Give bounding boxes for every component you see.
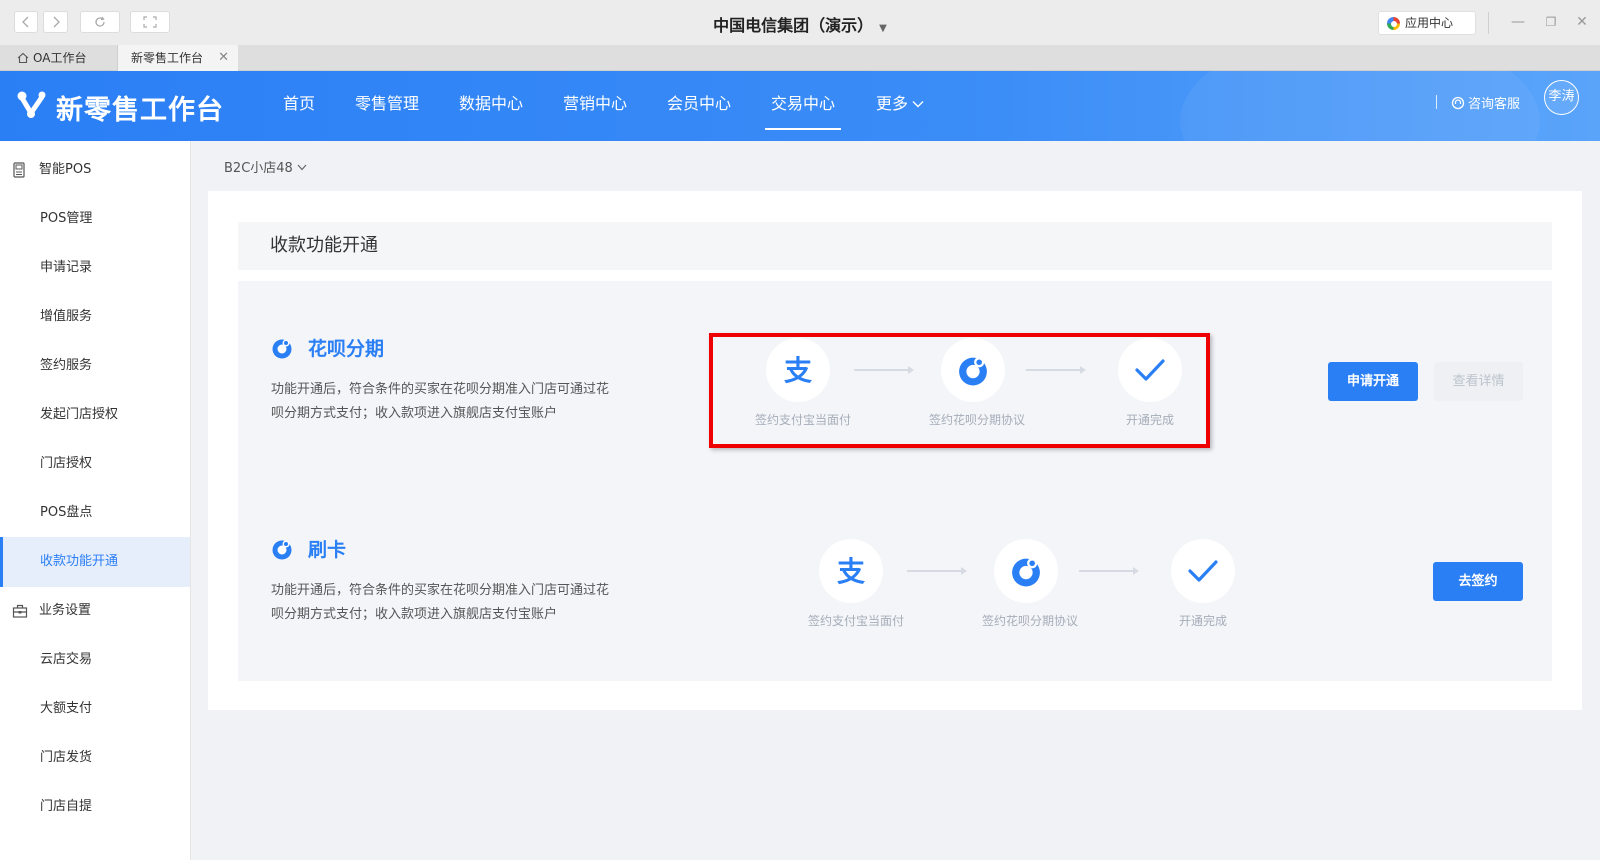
chevron-down-icon — [912, 101, 924, 108]
home-icon — [17, 52, 29, 64]
app-center-icon — [1387, 17, 1400, 30]
tab-oa[interactable]: OA工作台 — [0, 45, 118, 71]
step-label: 签约支付宝当面付 — [807, 614, 904, 628]
sidebar: 智能POS POS管理 申请记录 增值服务 签约服务 发起门店授权 门店授权 P… — [0, 141, 191, 860]
consult-label: 咨询客服 — [1468, 97, 1521, 112]
step-alipay: 支 — [819, 539, 883, 603]
sidebar-item-pos-inventory[interactable]: POS盘点 — [0, 488, 190, 538]
dropdown-caret-icon: ▼ — [879, 23, 887, 34]
step-complete — [1171, 539, 1235, 603]
divider — [1488, 12, 1489, 34]
sidebar-item-store-authorization[interactable]: 门店授权 — [0, 439, 190, 489]
sidebar-item-store-delivery[interactable]: 门店发货 — [0, 733, 190, 783]
sidebar-group-business-settings[interactable]: 业务设置 — [0, 586, 190, 636]
chevron-down-icon — [297, 164, 307, 171]
sidebar-item-pos-management[interactable]: POS管理 — [0, 194, 190, 244]
service-description: 功能开通后，符合条件的买家在花呗分期准入门店可通过花呗分期方式支付；收入款项进入… — [271, 583, 610, 622]
sidebar-item-initiate-authorization[interactable]: 发起门店授权 — [0, 390, 190, 440]
go-sign-button[interactable]: 去签约 — [1433, 562, 1523, 601]
window-title[interactable]: 中国电信集团（演示） ▼ — [0, 12, 1600, 36]
check-icon — [1188, 560, 1218, 582]
divider — [1436, 95, 1437, 109]
service-name: 刷卡 — [308, 539, 347, 561]
user-avatar[interactable]: 李涛 — [1544, 80, 1579, 115]
sidebar-group-label: 智能POS — [39, 162, 92, 177]
nav-home[interactable]: 首页 — [283, 71, 315, 141]
nav-more[interactable]: 更多 — [876, 71, 924, 141]
alipay-icon: 支 — [837, 555, 865, 587]
sidebar-item-payment-activation[interactable]: 收款功能开通 — [0, 537, 190, 587]
sidebar-item-large-payment[interactable]: 大额支付 — [0, 684, 190, 734]
minimize-icon[interactable]: — — [1508, 12, 1528, 32]
step-label: 签约花呗分期协议 — [981, 614, 1078, 628]
nav-member-center[interactable]: 会员中心 — [667, 71, 731, 141]
nav-marketing-center[interactable]: 营销中心 — [563, 71, 627, 141]
nav-retail-management[interactable]: 零售管理 — [355, 71, 419, 141]
brand-name: 新零售工作台 — [56, 95, 224, 126]
app-center-label: 应用中心 — [1405, 16, 1454, 30]
sidebar-group-label: 业务设置 — [39, 603, 92, 618]
pos-icon — [13, 162, 25, 178]
svg-text:支: 支 — [837, 555, 865, 587]
nav-trade-center[interactable]: 交易中心 — [764, 71, 842, 141]
consult-service-link[interactable]: 咨询客服 — [1451, 93, 1520, 112]
tab-label: 新零售工作台 — [131, 51, 204, 65]
sidebar-item-value-added[interactable]: 增值服务 — [0, 292, 190, 342]
step-huabei — [994, 539, 1058, 603]
arrow-right-icon — [907, 567, 967, 575]
settings-icon — [12, 604, 28, 618]
step-label: 开通完成 — [1178, 614, 1227, 628]
view-details-button[interactable]: 查看详情 — [1434, 362, 1523, 401]
tab-strip: OA工作台 新零售工作台 ✕ — [0, 45, 1600, 71]
sidebar-item-store-pickup[interactable]: 门店自提 — [0, 782, 190, 832]
app-center-button[interactable]: 应用中心 — [1378, 11, 1476, 35]
service-name: 花呗分期 — [308, 338, 385, 360]
huabei-icon — [1012, 558, 1040, 587]
page-title: 收款功能开通 — [238, 222, 1552, 270]
close-icon[interactable]: ✕ — [1572, 12, 1592, 32]
tab-label: OA工作台 — [33, 51, 87, 65]
headset-icon — [1451, 96, 1465, 110]
nav-data-center[interactable]: 数据中心 — [459, 71, 523, 141]
app-header: 新零售工作台 首页 零售管理 数据中心 营销中心 会员中心 交易中心 更多 咨询… — [0, 71, 1600, 141]
highlight-annotation — [709, 333, 1210, 448]
store-selector-label: B2C小店48 — [224, 161, 293, 176]
tab-retail[interactable]: 新零售工作台 ✕ — [118, 45, 238, 71]
brand-icon — [17, 91, 46, 118]
sidebar-item-apply-records[interactable]: 申请记录 — [0, 243, 190, 293]
window-titlebar: 中国电信集团（演示） ▼ 应用中心 — ❐ ✕ — [0, 0, 1600, 45]
sidebar-item-contract-service[interactable]: 签约服务 — [0, 341, 190, 391]
restore-icon[interactable]: ❐ — [1541, 12, 1561, 32]
close-icon[interactable]: ✕ — [218, 45, 229, 71]
arrow-right-icon — [1079, 567, 1139, 575]
service-description: 功能开通后，符合条件的买家在花呗分期准入门店可通过花呗分期方式支付；收入款项进入… — [271, 382, 610, 421]
nav-more-label: 更多 — [876, 94, 909, 113]
huabei-icon — [272, 339, 292, 359]
huabei-icon — [272, 540, 292, 560]
sidebar-item-cloud-trade[interactable]: 云店交易 — [0, 635, 190, 685]
apply-activation-button[interactable]: 申请开通 — [1328, 362, 1418, 401]
store-selector[interactable]: B2C小店48 — [224, 157, 307, 176]
sidebar-group-smart-pos[interactable]: 智能POS — [0, 145, 190, 195]
